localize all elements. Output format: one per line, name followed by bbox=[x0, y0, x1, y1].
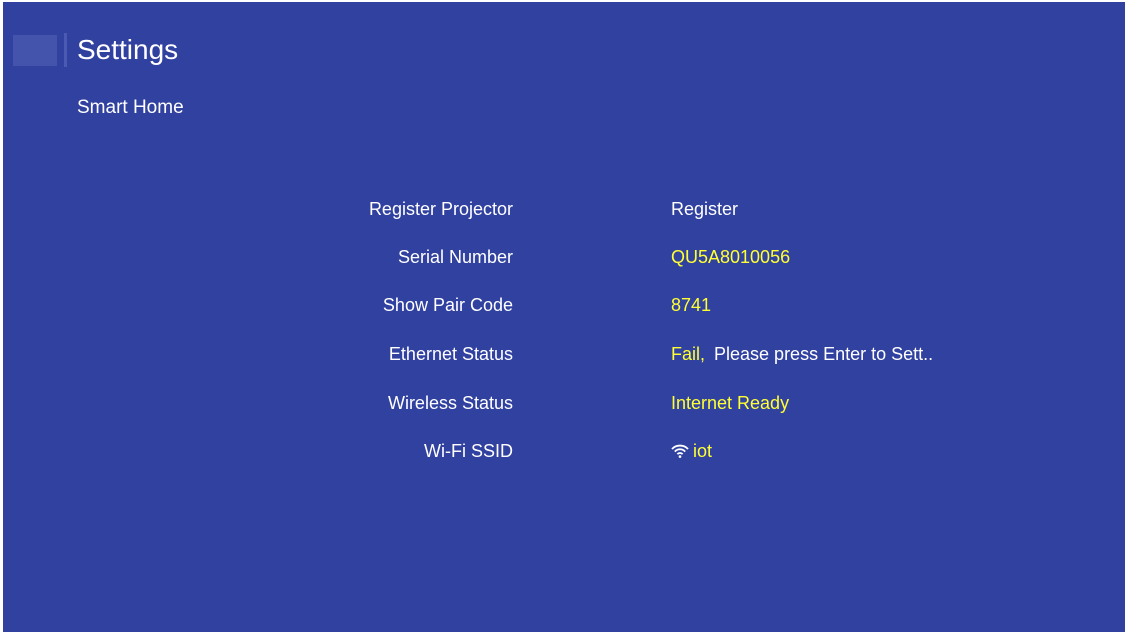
serial-number-label: Serial Number bbox=[397, 247, 513, 267]
ethernet-setup-hint: Please press Enter to Sett.. bbox=[714, 344, 934, 364]
row-ethernet-status[interactable]: Ethernet Status Fail, Please press Enter … bbox=[3, 339, 1125, 369]
row-serial-number[interactable]: Serial Number QU5A8010056 bbox=[3, 242, 1125, 272]
row-show-pair-code[interactable]: Show Pair Code 8741 bbox=[3, 290, 1125, 320]
settings-screen: Settings Smart Home Register Projector R… bbox=[3, 2, 1125, 632]
register-button[interactable]: Register bbox=[671, 194, 738, 224]
show-pair-code-label: Show Pair Code bbox=[382, 295, 513, 315]
wifi-icon bbox=[671, 444, 689, 458]
row-wifi-ssid[interactable]: Wi-Fi SSID iot bbox=[3, 436, 1125, 466]
serial-number-value: QU5A8010056 bbox=[671, 247, 791, 267]
row-wireless-status[interactable]: Wireless Status Internet Ready bbox=[3, 388, 1125, 418]
wireless-status-label: Wireless Status bbox=[387, 393, 513, 413]
smart-home-settings-list: Register Projector Register Serial Numbe… bbox=[3, 2, 1125, 632]
wifi-ssid-label: Wi-Fi SSID bbox=[424, 441, 513, 461]
row-register-projector[interactable]: Register Projector Register bbox=[3, 194, 1125, 224]
ethernet-status-value[interactable]: Fail, Please press Enter to Sett.. bbox=[671, 339, 933, 369]
ethernet-fail-text: Fail, bbox=[671, 344, 706, 364]
wifi-ssid-text: iot bbox=[693, 441, 713, 461]
wireless-status-value: Internet Ready bbox=[671, 393, 790, 413]
pair-code-value: 8741 bbox=[671, 295, 712, 315]
register-projector-label: Register Projector bbox=[368, 199, 513, 219]
ethernet-status-label: Ethernet Status bbox=[388, 344, 513, 364]
wifi-ssid-value: iot bbox=[671, 436, 712, 466]
